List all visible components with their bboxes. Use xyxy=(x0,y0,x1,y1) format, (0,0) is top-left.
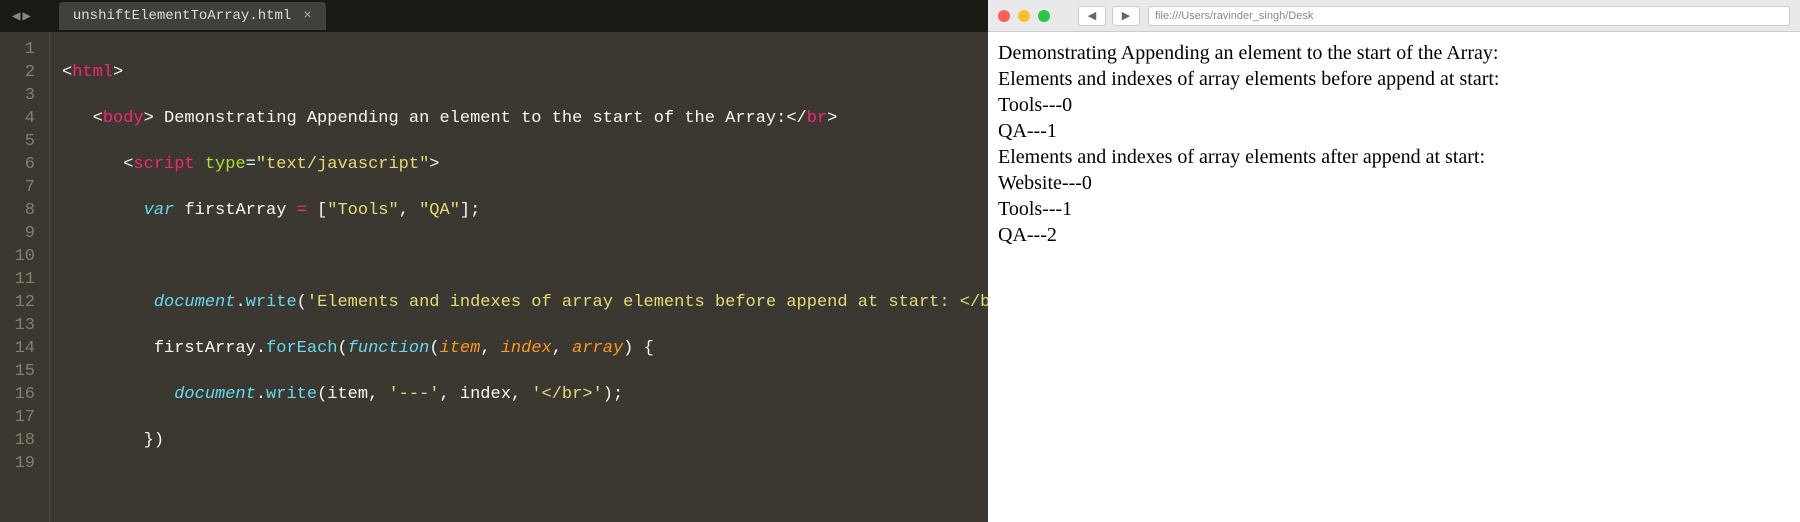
line-number: 4 xyxy=(0,107,35,130)
line-number: 10 xyxy=(0,245,35,268)
line-number: 17 xyxy=(0,406,35,429)
browser-nav-buttons: ◀ ▶ xyxy=(1078,6,1140,26)
code-line: }) xyxy=(62,429,988,452)
close-icon[interactable]: × xyxy=(303,8,311,24)
window-controls xyxy=(998,10,1050,22)
line-number-gutter: 1 2 3 4 5 6 7 8 9 10 11 12 13 14 15 16 1… xyxy=(0,32,50,522)
line-number: 19 xyxy=(0,452,35,475)
code-editor-panel: ◀ ▶ unshiftElementToArray.html × 1 2 3 4… xyxy=(0,0,988,522)
code-line: firstArray.forEach(function(item, index,… xyxy=(62,337,988,360)
line-number: 9 xyxy=(0,222,35,245)
line-number: 15 xyxy=(0,360,35,383)
output-line: Elements and indexes of array elements a… xyxy=(998,144,1790,170)
code-line: <html> xyxy=(62,61,988,84)
browser-back-button[interactable]: ◀ xyxy=(1078,6,1106,26)
output-line: Tools---0 xyxy=(998,92,1790,118)
output-line: Tools---1 xyxy=(998,196,1790,222)
code-line xyxy=(62,475,988,498)
browser-toolbar: ◀ ▶ file:///Users/ravinder_singh/Desk xyxy=(988,0,1800,32)
line-number: 16 xyxy=(0,383,35,406)
browser-forward-button[interactable]: ▶ xyxy=(1112,6,1140,26)
close-window-icon[interactable] xyxy=(998,10,1010,22)
tab-title: unshiftElementToArray.html xyxy=(73,8,291,24)
line-number: 3 xyxy=(0,84,35,107)
tab-bar: ◀ ▶ unshiftElementToArray.html × xyxy=(0,0,988,32)
code-line xyxy=(62,245,988,268)
output-line: QA---1 xyxy=(998,118,1790,144)
minimize-window-icon[interactable] xyxy=(1018,10,1030,22)
code-line: document.write(item, '---', index, '</br… xyxy=(62,383,988,406)
line-number: 14 xyxy=(0,337,35,360)
code-area[interactable]: <html> <body> Demonstrating Appending an… xyxy=(50,32,988,522)
output-line: Website---0 xyxy=(998,170,1790,196)
code-line: var firstArray = ["Tools", "QA"]; xyxy=(62,199,988,222)
nav-back-icon[interactable]: ◀ xyxy=(12,8,20,25)
editor-nav-arrows: ◀ ▶ xyxy=(4,8,39,25)
line-number: 13 xyxy=(0,314,35,337)
line-number: 8 xyxy=(0,199,35,222)
url-bar[interactable]: file:///Users/ravinder_singh/Desk xyxy=(1148,6,1790,26)
code-line: <script type="text/javascript"> xyxy=(62,153,988,176)
line-number: 11 xyxy=(0,268,35,291)
editor-tab[interactable]: unshiftElementToArray.html × xyxy=(59,2,326,30)
browser-content: Demonstrating Appending an element to th… xyxy=(988,32,1800,522)
line-number: 1 xyxy=(0,38,35,61)
code-line: <body> Demonstrating Appending an elemen… xyxy=(62,107,988,130)
browser-panel: ◀ ▶ file:///Users/ravinder_singh/Desk De… xyxy=(988,0,1800,522)
maximize-window-icon[interactable] xyxy=(1038,10,1050,22)
line-number: 6 xyxy=(0,153,35,176)
nav-forward-icon[interactable]: ▶ xyxy=(22,8,30,25)
line-number: 2 xyxy=(0,61,35,84)
line-number: 7 xyxy=(0,176,35,199)
editor-body: 1 2 3 4 5 6 7 8 9 10 11 12 13 14 15 16 1… xyxy=(0,32,988,522)
line-number: 5 xyxy=(0,130,35,153)
code-line: document.write('Elements and indexes of … xyxy=(62,291,988,314)
output-line: QA---2 xyxy=(998,222,1790,248)
line-number: 12 xyxy=(0,291,35,314)
output-line: Demonstrating Appending an element to th… xyxy=(998,40,1790,66)
line-number: 18 xyxy=(0,429,35,452)
output-line: Elements and indexes of array elements b… xyxy=(998,66,1790,92)
